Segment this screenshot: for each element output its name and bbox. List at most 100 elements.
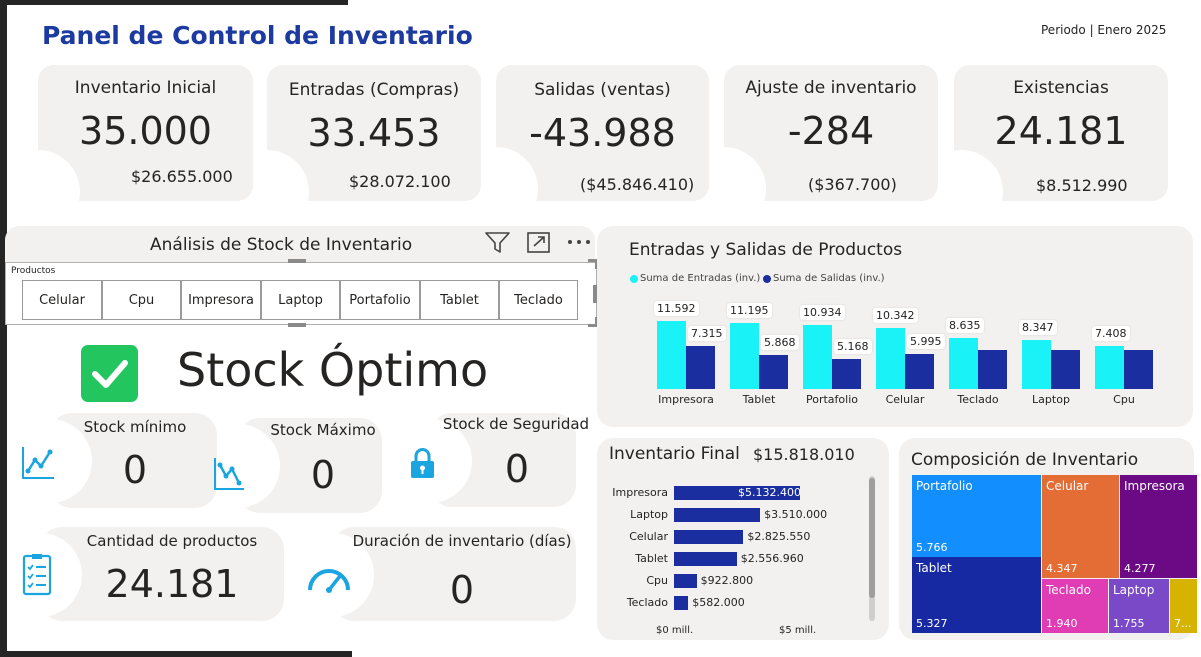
bar-value-label: 5.868 <box>761 334 799 350</box>
kpi-card-existencias[interactable]: Existencias 24.181 $8.512.990 <box>954 65 1168 201</box>
more-options-icon[interactable] <box>566 238 593 246</box>
hbar[interactable] <box>674 596 689 610</box>
hbar-value-label: $922.800 <box>700 574 754 587</box>
kpi-title: Inventario Inicial <box>74 78 217 98</box>
y-tick-label: Tablet <box>635 552 668 565</box>
bar-salidas[interactable] <box>905 353 934 389</box>
resize-handle-bottom[interactable] <box>288 323 306 327</box>
bar-entradas[interactable] <box>949 338 978 389</box>
composicion-treemap[interactable]: Portafolio 5.766 Tablet 5.327 Celular 4.347 Im… <box>912 475 1197 633</box>
hbar-value-label: $5.132.400 <box>738 486 801 499</box>
bar-salidas[interactable] <box>832 358 861 389</box>
bar-entradas[interactable] <box>1095 345 1124 389</box>
treemap-cell-tablet[interactable]: Tablet 5.327 <box>912 557 1041 633</box>
entradas-salidas-chart[interactable]: 11.592 7.315 Impresora 11.195 5.868 Tablet 10.… <box>597 226 1193 427</box>
page-title: Panel de Control de Inventario <box>42 21 473 50</box>
kpi-card-inventario-inicial[interactable]: Inventario Inicial 35.000 $26.655.000 <box>38 65 253 201</box>
slicer-option-celular[interactable]: Celular <box>22 280 102 320</box>
y-tick-label: Teclado <box>626 596 668 609</box>
kpi-title: Existencias <box>1013 78 1109 98</box>
bar-salidas[interactable] <box>759 354 788 389</box>
x-tick-label: Celular <box>885 393 925 406</box>
x-tick-label: Teclado <box>957 393 999 406</box>
bar-salidas[interactable] <box>1051 350 1080 389</box>
slicer-option-impresora[interactable]: Impresora <box>181 280 261 320</box>
hbar[interactable] <box>674 508 761 522</box>
kpi-money: ($45.846.410) <box>580 175 695 194</box>
bar-salidas[interactable] <box>1124 350 1153 389</box>
resize-handle-top[interactable] <box>288 259 306 263</box>
stock-max-title: Stock Máximo <box>270 421 376 439</box>
bar-entradas[interactable] <box>803 324 832 389</box>
stock-status-text: Stock Óptimo <box>177 343 489 397</box>
bar-entradas[interactable] <box>730 323 759 389</box>
inventario-final-chart[interactable]: Impresora $5.132.400 Laptop $3.510.000 Celul… <box>597 438 889 640</box>
quantity-title: Cantidad de productos <box>86 532 258 550</box>
window-frame-bottom <box>0 651 352 657</box>
x-tick-label: Cpu <box>1113 393 1135 406</box>
hbar-value-label: $3.510.000 <box>764 508 828 521</box>
stock-min-title: Stock mínimo <box>83 418 187 436</box>
treemap-cell-teclado[interactable]: Teclado 1.940 <box>1042 579 1108 633</box>
bar-entradas[interactable] <box>876 328 905 389</box>
y-tick-label: Laptop <box>630 508 668 521</box>
hbar[interactable] <box>674 530 744 544</box>
bar-value-label: 8.635 <box>946 318 984 334</box>
bar-value-label: 10.934 <box>800 304 845 320</box>
slicer-option-teclado[interactable]: Teclado <box>499 280 578 320</box>
lock-icon <box>411 448 434 478</box>
bar-entradas[interactable] <box>657 321 686 389</box>
bar-salidas[interactable] <box>978 349 1007 389</box>
focus-mode-icon[interactable] <box>526 231 551 254</box>
bar-value-label: 11.195 <box>727 303 772 319</box>
x-tick-label: $0 mill. <box>656 625 694 636</box>
treemap-label: Celular <box>1046 479 1089 493</box>
slicer-option-tablet[interactable]: Tablet <box>420 280 499 320</box>
treemap-label: Tablet <box>916 561 952 575</box>
kpi-card-salidas[interactable]: Salidas (ventas) -43.988 ($45.846.410) <box>496 65 709 201</box>
kpi-money: ($367.700) <box>808 175 897 194</box>
treemap-value: 4.277 <box>1124 562 1156 575</box>
treemap-label: Teclado <box>1046 583 1091 597</box>
treemap-cell-cpu[interactable]: 7... <box>1170 579 1197 633</box>
checklist-icon <box>22 554 52 596</box>
hbar-value-label: $582.000 <box>692 596 745 609</box>
x-tick-label: Tablet <box>742 393 776 406</box>
bar-salidas[interactable] <box>686 346 715 389</box>
kpi-value: -284 <box>787 109 875 153</box>
hbar[interactable] <box>674 574 697 588</box>
stock-analysis-title: Análisis de Stock de Inventario <box>150 235 413 255</box>
kpi-card-ajuste[interactable]: Ajuste de inventario -284 ($367.700) <box>724 65 938 201</box>
duration-value: 0 <box>449 568 475 612</box>
kpi-title: Entradas (Compras) <box>288 80 460 100</box>
filter-icon[interactable] <box>484 230 511 255</box>
hbar[interactable] <box>674 552 737 566</box>
card-decoration <box>38 150 80 201</box>
slicer-option-cpu[interactable]: Cpu <box>102 280 181 320</box>
window-frame-left <box>0 0 7 657</box>
bar-value-label: 5.995 <box>907 333 945 349</box>
x-tick-label: $5 mill. <box>779 625 817 636</box>
treemap-cell-laptop[interactable]: Laptop 1.755 <box>1109 579 1169 633</box>
slicer-option-laptop[interactable]: Laptop <box>261 280 340 320</box>
product-slicer[interactable]: Productos Celular Cpu Impresora Laptop P… <box>5 262 597 325</box>
treemap-cell-portafolio[interactable]: Portafolio 5.766 <box>912 475 1041 557</box>
kpi-card-entradas[interactable]: Entradas (Compras) 33.453 $28.072.100 <box>267 65 481 201</box>
treemap-value: 4.347 <box>1046 562 1078 575</box>
treemap-cell-impresora[interactable]: Impresora 4.277 <box>1120 475 1197 578</box>
stock-max-value: 0 <box>310 453 336 497</box>
hbar-value-label: $2.556.960 <box>740 552 804 565</box>
treemap-value: 1.940 <box>1046 617 1078 630</box>
treemap-value: 5.766 <box>916 541 948 554</box>
bar-entradas[interactable] <box>1022 340 1051 389</box>
bar-value-label: 7.408 <box>1092 325 1130 341</box>
kpi-value: 24.181 <box>994 109 1128 153</box>
kpi-value: 35.000 <box>79 109 212 153</box>
y-tick-label: Impresora <box>612 486 668 499</box>
period-label: Periodo | Enero 2025 <box>1041 23 1167 37</box>
stock-safety-title: Stock de Seguridad <box>442 415 590 433</box>
treemap-label: Portafolio <box>916 479 973 493</box>
bar-value-label: 8.347 <box>1019 320 1057 336</box>
treemap-cell-celular[interactable]: Celular 4.347 <box>1042 475 1119 578</box>
slicer-option-portafolio[interactable]: Portafolio <box>340 280 420 320</box>
